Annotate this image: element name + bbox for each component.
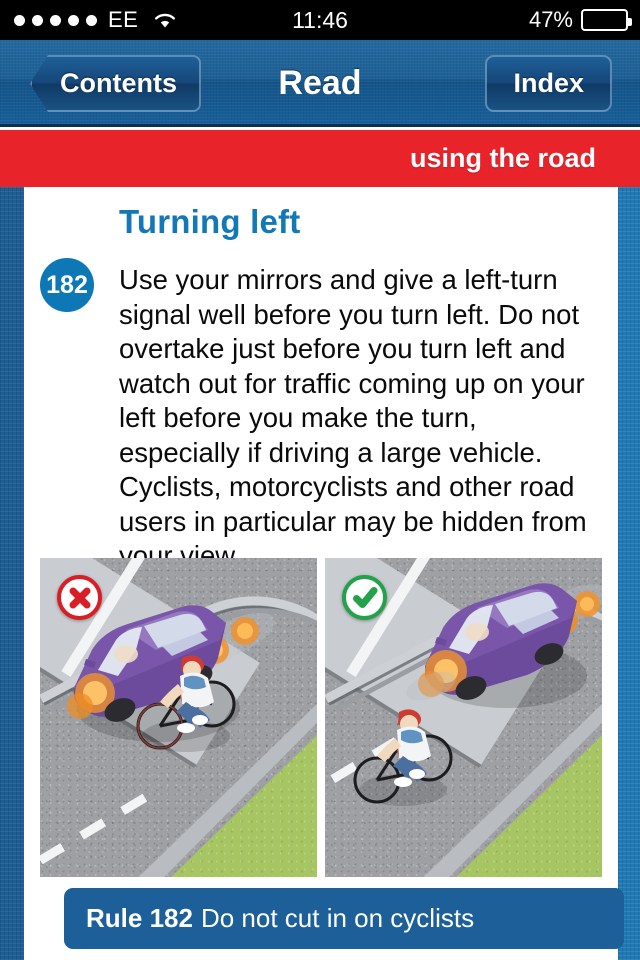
caption-text: Do not cut in on cyclists [200,903,475,933]
tick-icon [342,575,387,620]
status-bar-right: 47% [528,7,632,33]
illustration-incorrect[interactable] [40,558,317,877]
status-bar: EE 11:46 47% [0,0,640,40]
article-heading: Turning left [119,203,301,240]
left-edge-rail [0,187,24,960]
navigation-bar: Read Contents Index [0,40,640,127]
section-band-label: using the road [409,143,596,173]
illustration-pair [40,558,602,877]
article-body: Use your mirrors and give a left-turn si… [119,264,587,571]
rule-number-badge: 182 [40,258,94,312]
article-sheet: Turning left 182 Use your mirrors and gi… [24,187,624,960]
right-edge-rail [618,187,640,960]
battery-icon [581,9,632,31]
section-band: using the road [0,130,640,187]
battery-percent-label: 47% [528,7,573,32]
app-screen: EE 11:46 47% Read Contents Index using t… [0,0,640,960]
contents-back-button[interactable]: Contents [30,55,201,112]
index-button[interactable]: Index [485,55,612,112]
content-area[interactable]: Turning left 182 Use your mirrors and gi… [0,187,640,960]
caption-rule-label: Rule 182 [86,903,193,933]
figure-caption: Rule 182 Do not cut in on cyclists [64,888,624,949]
cross-icon [57,575,102,620]
illustration-correct[interactable] [325,558,602,877]
